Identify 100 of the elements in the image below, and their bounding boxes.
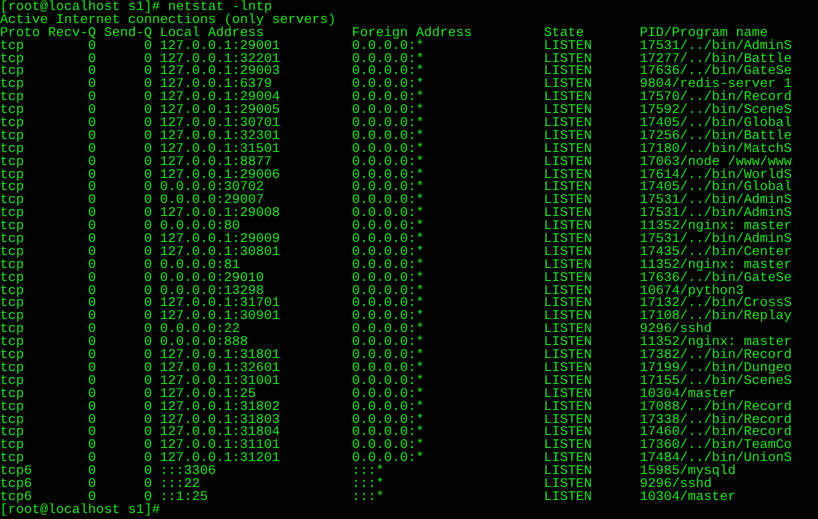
send-q-cell: 0 bbox=[144, 402, 152, 415]
local-address-cell: 127.0.0.1:31101 bbox=[160, 440, 280, 454]
state-cell: LISTEN bbox=[544, 156, 592, 170]
proto-cell: tcp bbox=[0, 54, 24, 66]
state-cell: LISTEN bbox=[544, 40, 592, 54]
send-q-cell: 0 bbox=[144, 40, 152, 54]
recv-q-cell: 0 bbox=[88, 272, 96, 286]
send-q-cell: 0 bbox=[144, 478, 152, 492]
state-cell: LISTEN bbox=[544, 221, 592, 234]
local-address-cell: 127.0.0.1:8877 bbox=[160, 156, 272, 170]
proto-cell: tcp bbox=[0, 376, 24, 389]
state-cell: LISTEN bbox=[544, 362, 592, 376]
state-cell: LISTEN bbox=[544, 54, 592, 66]
local-address-cell: 127.0.0.1:29009 bbox=[160, 234, 280, 247]
state-cell: LISTEN bbox=[544, 246, 592, 260]
proto-cell: tcp bbox=[0, 324, 24, 338]
column-header: Send-Q bbox=[104, 28, 152, 41]
send-q-cell: 0 bbox=[144, 130, 152, 144]
local-address-cell: 0.0.0.0:80 bbox=[160, 221, 240, 234]
local-address-cell: 127.0.0.1:29006 bbox=[160, 170, 280, 182]
send-q-cell: 0 bbox=[144, 286, 152, 298]
local-address-cell: 0.0.0.0:22 bbox=[160, 324, 240, 338]
state-cell: LISTEN bbox=[544, 388, 592, 402]
send-q-cell: 0 bbox=[144, 182, 152, 196]
send-q-cell: 0 bbox=[144, 92, 152, 106]
local-address-cell: 127.0.0.1:31802 bbox=[160, 402, 280, 415]
proto-cell: tcp bbox=[0, 40, 24, 54]
local-address-cell: 127.0.0.1:30901 bbox=[160, 311, 280, 324]
state-cell: LISTEN bbox=[544, 478, 592, 492]
local-address-cell: 127.0.0.1:29008 bbox=[160, 208, 280, 222]
send-q-cell: 0 bbox=[144, 414, 152, 428]
proto-cell: tcp bbox=[0, 208, 24, 222]
local-address-cell: 127.0.0.1:32301 bbox=[160, 130, 280, 144]
send-q-cell: 0 bbox=[144, 195, 152, 208]
recv-q-cell: 0 bbox=[88, 130, 96, 144]
recv-q-cell: 0 bbox=[88, 478, 96, 492]
recv-q-cell: 0 bbox=[88, 246, 96, 260]
recv-q-cell: 0 bbox=[88, 362, 96, 376]
proto-cell: tcp bbox=[0, 246, 24, 260]
proto-cell: tcp bbox=[0, 453, 24, 466]
state-cell: LISTEN bbox=[544, 234, 592, 247]
proto-cell: tcp bbox=[0, 79, 24, 92]
send-q-cell: 0 bbox=[144, 350, 152, 363]
send-q-cell: 0 bbox=[144, 54, 152, 66]
local-address-cell: 0.0.0.0:888 bbox=[160, 337, 248, 350]
send-q-cell: 0 bbox=[144, 260, 152, 273]
state-cell: LISTEN bbox=[544, 272, 592, 286]
recv-q-cell: 0 bbox=[88, 182, 96, 196]
column-header: Recv-Q bbox=[48, 28, 96, 41]
state-cell: LISTEN bbox=[544, 195, 592, 208]
local-address-cell: 127.0.0.1:29001 bbox=[160, 40, 280, 54]
recv-q-cell: 0 bbox=[88, 105, 96, 118]
state-cell: LISTEN bbox=[544, 466, 592, 479]
foreign-address-cell: :::* bbox=[352, 478, 384, 492]
state-cell: LISTEN bbox=[544, 376, 592, 389]
local-address-cell: 0.0.0.0:81 bbox=[160, 260, 240, 273]
send-q-cell: 0 bbox=[144, 156, 152, 170]
recv-q-cell: 0 bbox=[88, 440, 96, 454]
state-cell: LISTEN bbox=[544, 286, 592, 298]
proto-cell: tcp bbox=[0, 414, 24, 428]
local-address-cell: 127.0.0.1:29004 bbox=[160, 92, 280, 106]
recv-q-cell: 0 bbox=[88, 144, 96, 157]
send-q-cell: 0 bbox=[144, 272, 152, 286]
recv-q-cell: 0 bbox=[88, 453, 96, 466]
recv-q-cell: 0 bbox=[88, 195, 96, 208]
state-cell: LISTEN bbox=[544, 144, 592, 157]
recv-q-cell: 0 bbox=[88, 118, 96, 131]
proto-cell: tcp bbox=[0, 92, 24, 106]
recv-q-cell: 0 bbox=[88, 350, 96, 363]
recv-q-cell: 0 bbox=[88, 492, 96, 505]
send-q-cell: 0 bbox=[144, 440, 152, 454]
send-q-cell: 0 bbox=[144, 337, 152, 350]
recv-q-cell: 0 bbox=[88, 427, 96, 440]
local-address-cell: 127.0.0.1:31701 bbox=[160, 298, 280, 312]
recv-q-cell: 0 bbox=[88, 234, 96, 247]
state-cell: LISTEN bbox=[544, 402, 592, 415]
proto-cell: tcp bbox=[0, 221, 24, 234]
local-address-cell: :::3306 bbox=[160, 466, 216, 479]
proto-cell: tcp bbox=[0, 337, 24, 350]
proto-cell: tcp bbox=[0, 156, 24, 170]
proto-cell: tcp bbox=[0, 234, 24, 247]
proto-cell: tcp bbox=[0, 182, 24, 196]
send-q-cell: 0 bbox=[144, 246, 152, 260]
send-q-cell: 0 bbox=[144, 208, 152, 222]
send-q-cell: 0 bbox=[144, 118, 152, 131]
recv-q-cell: 0 bbox=[88, 376, 96, 389]
send-q-cell: 0 bbox=[144, 298, 152, 312]
local-address-cell: 0.0.0.0:29010 bbox=[160, 272, 264, 286]
send-q-cell: 0 bbox=[144, 221, 152, 234]
recv-q-cell: 0 bbox=[88, 66, 96, 80]
proto-cell: tcp bbox=[0, 388, 24, 402]
proto-cell: tcp bbox=[0, 402, 24, 415]
state-cell: LISTEN bbox=[544, 260, 592, 273]
proto-cell: tcp bbox=[0, 298, 24, 312]
send-q-cell: 0 bbox=[144, 144, 152, 157]
local-address-cell: 127.0.0.1:31001 bbox=[160, 376, 280, 389]
local-address-cell: 127.0.0.1:30701 bbox=[160, 118, 280, 131]
program-cell: 10674/python3 bbox=[640, 286, 744, 298]
proto-cell: tcp bbox=[0, 311, 24, 324]
local-address-cell: :::22 bbox=[160, 478, 200, 492]
